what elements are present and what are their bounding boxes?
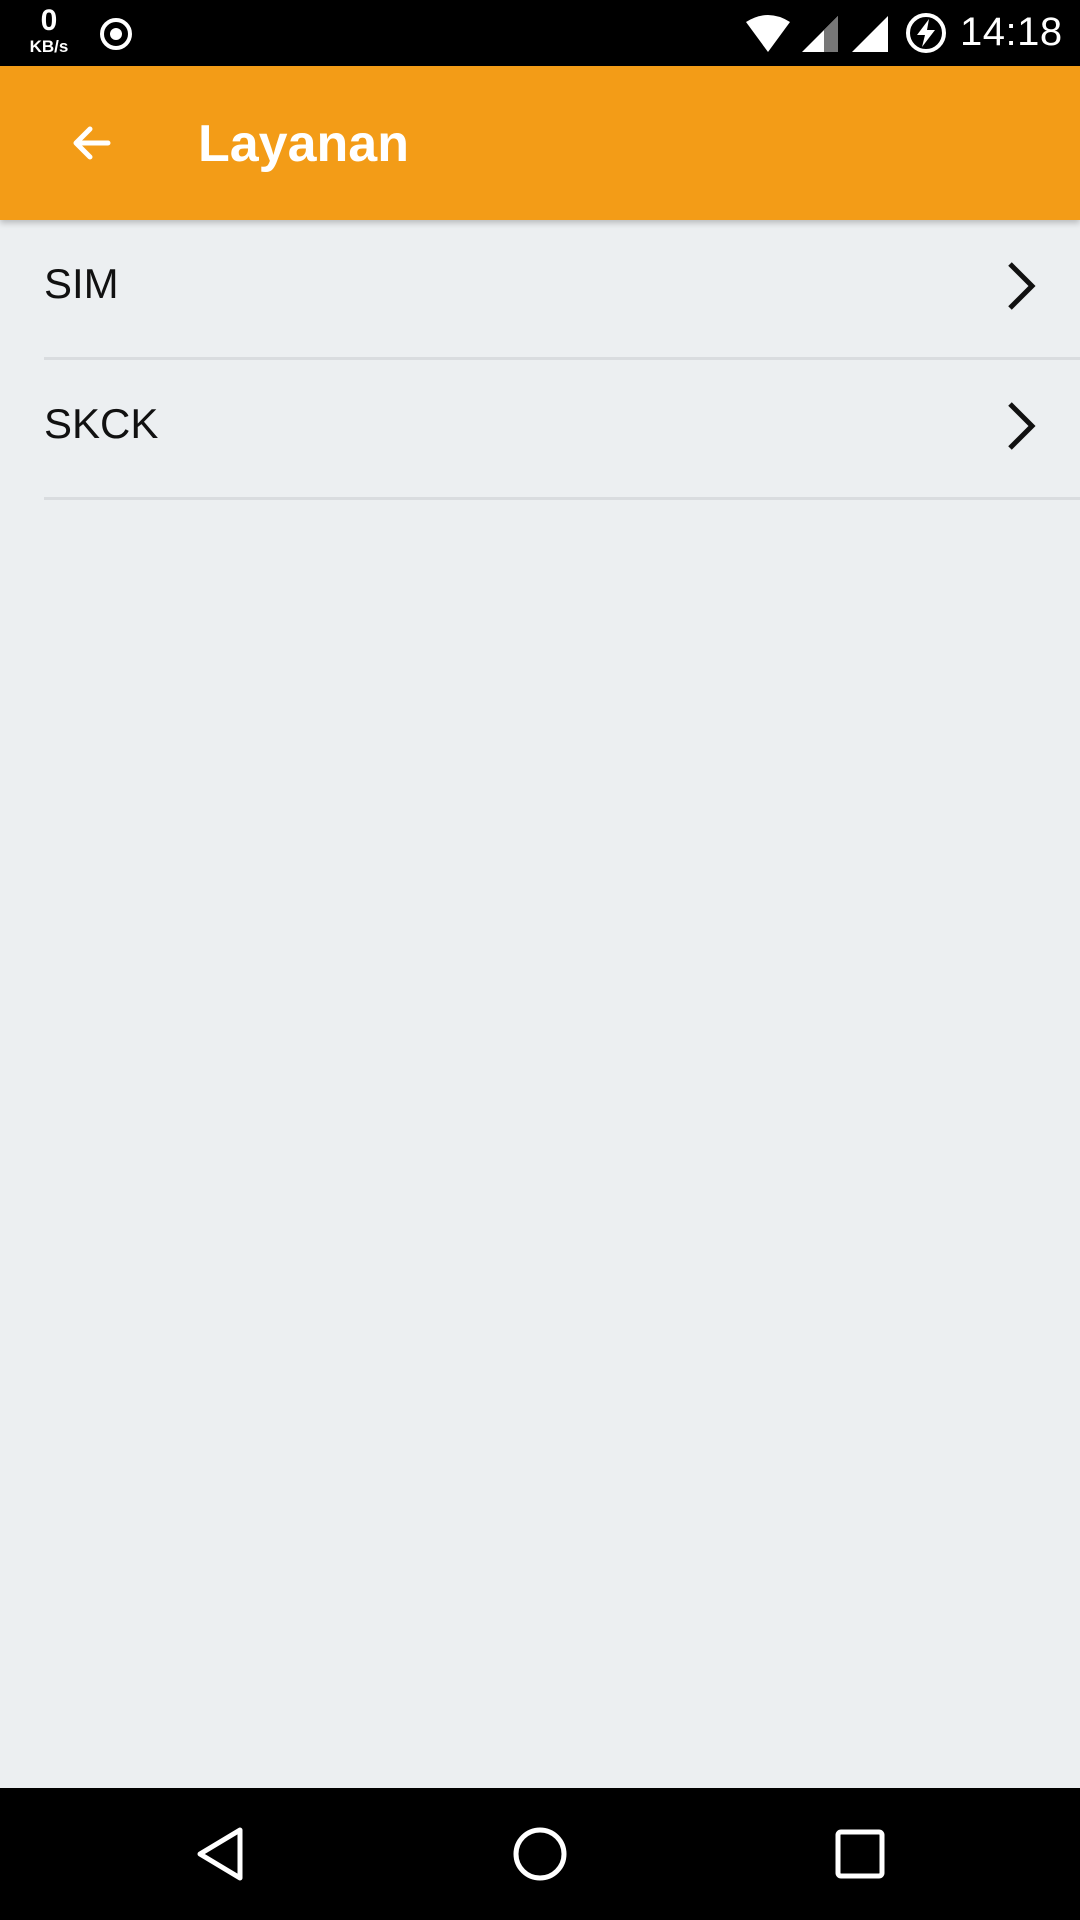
battery-charging-icon [906,13,946,53]
services-list: SIM SKCK [0,220,1080,1788]
app-bar: Layanan [0,66,1080,220]
status-clock: 14:18 [960,10,1063,54]
network-speed-value: 0 [40,4,58,37]
signal-icon [802,16,838,52]
chevron-right-icon [1008,262,1036,310]
list-item-skck[interactable]: SKCK [44,360,1080,500]
nav-back-icon[interactable] [186,1818,258,1890]
nav-recents-icon[interactable] [824,1818,896,1890]
list-item-label: SKCK [44,400,159,447]
page-title: Layanan [198,115,409,173]
network-speed-indicator: 0 KB/s [24,4,74,56]
navigation-bar [0,1788,1080,1920]
status-bar: 0 KB/s 14:18 [0,0,1080,66]
list-item-label: SIM [44,260,119,307]
signal-icon [852,16,888,52]
wifi-icon [746,15,790,52]
back-button[interactable] [48,99,136,187]
list-item-sim[interactable]: SIM [44,220,1080,360]
chevron-right-icon [1008,402,1036,450]
network-speed-unit: KB/s [29,37,69,56]
arrow-left-icon [73,126,111,160]
record-icon [100,18,132,50]
nav-home-icon[interactable] [504,1818,576,1890]
